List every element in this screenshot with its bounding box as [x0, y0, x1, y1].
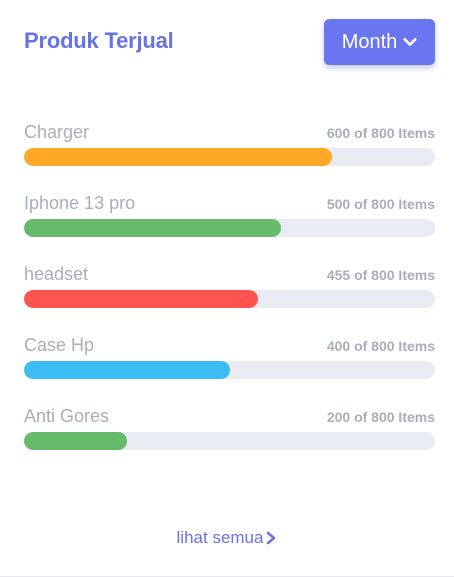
- product-count: 455 of 800 Items: [326, 267, 435, 283]
- product-row: Case Hp 400 of 800 Items: [24, 335, 435, 406]
- progress-fill: [24, 361, 230, 379]
- progress-track: [24, 148, 435, 166]
- sold-products-card: Produk Terjual Month Charger 600 of 800 …: [0, 0, 454, 577]
- progress-fill: [24, 148, 333, 166]
- product-name: Case Hp: [24, 335, 95, 355]
- card-title: Produk Terjual: [24, 28, 174, 53]
- product-count: 200 of 800 Items: [326, 409, 435, 425]
- chevron-right-icon: [265, 531, 277, 545]
- product-row: headset 455 of 800 Items: [24, 264, 435, 335]
- progress-track: [24, 290, 435, 308]
- view-all-label: lihat semua: [176, 528, 264, 547]
- progress-fill: [24, 432, 127, 450]
- product-count: 500 of 800 Items: [326, 196, 435, 212]
- product-progress-list: Charger 600 of 800 Items Iphone 13 pro 5…: [24, 122, 435, 477]
- product-name: Anti Gores: [24, 406, 110, 426]
- product-name: Iphone 13 pro: [24, 193, 136, 213]
- progress-fill: [24, 290, 258, 308]
- product-row: Iphone 13 pro 500 of 800 Items: [24, 193, 435, 264]
- chevron-down-icon: [403, 35, 417, 49]
- progress-fill: [24, 219, 281, 237]
- product-name: headset: [24, 264, 89, 284]
- progress-track: [24, 361, 435, 379]
- product-name: Charger: [24, 122, 90, 142]
- product-row: Anti Gores 200 of 800 Items: [24, 406, 435, 477]
- period-filter-label: Month: [341, 30, 398, 53]
- view-all-link[interactable]: lihat semua: [0, 528, 454, 548]
- period-filter-button[interactable]: Month: [324, 19, 435, 65]
- product-count: 400 of 800 Items: [326, 338, 435, 354]
- product-row: Charger 600 of 800 Items: [24, 122, 435, 193]
- progress-track: [24, 432, 435, 450]
- product-count: 600 of 800 Items: [326, 125, 435, 141]
- progress-track: [24, 219, 435, 237]
